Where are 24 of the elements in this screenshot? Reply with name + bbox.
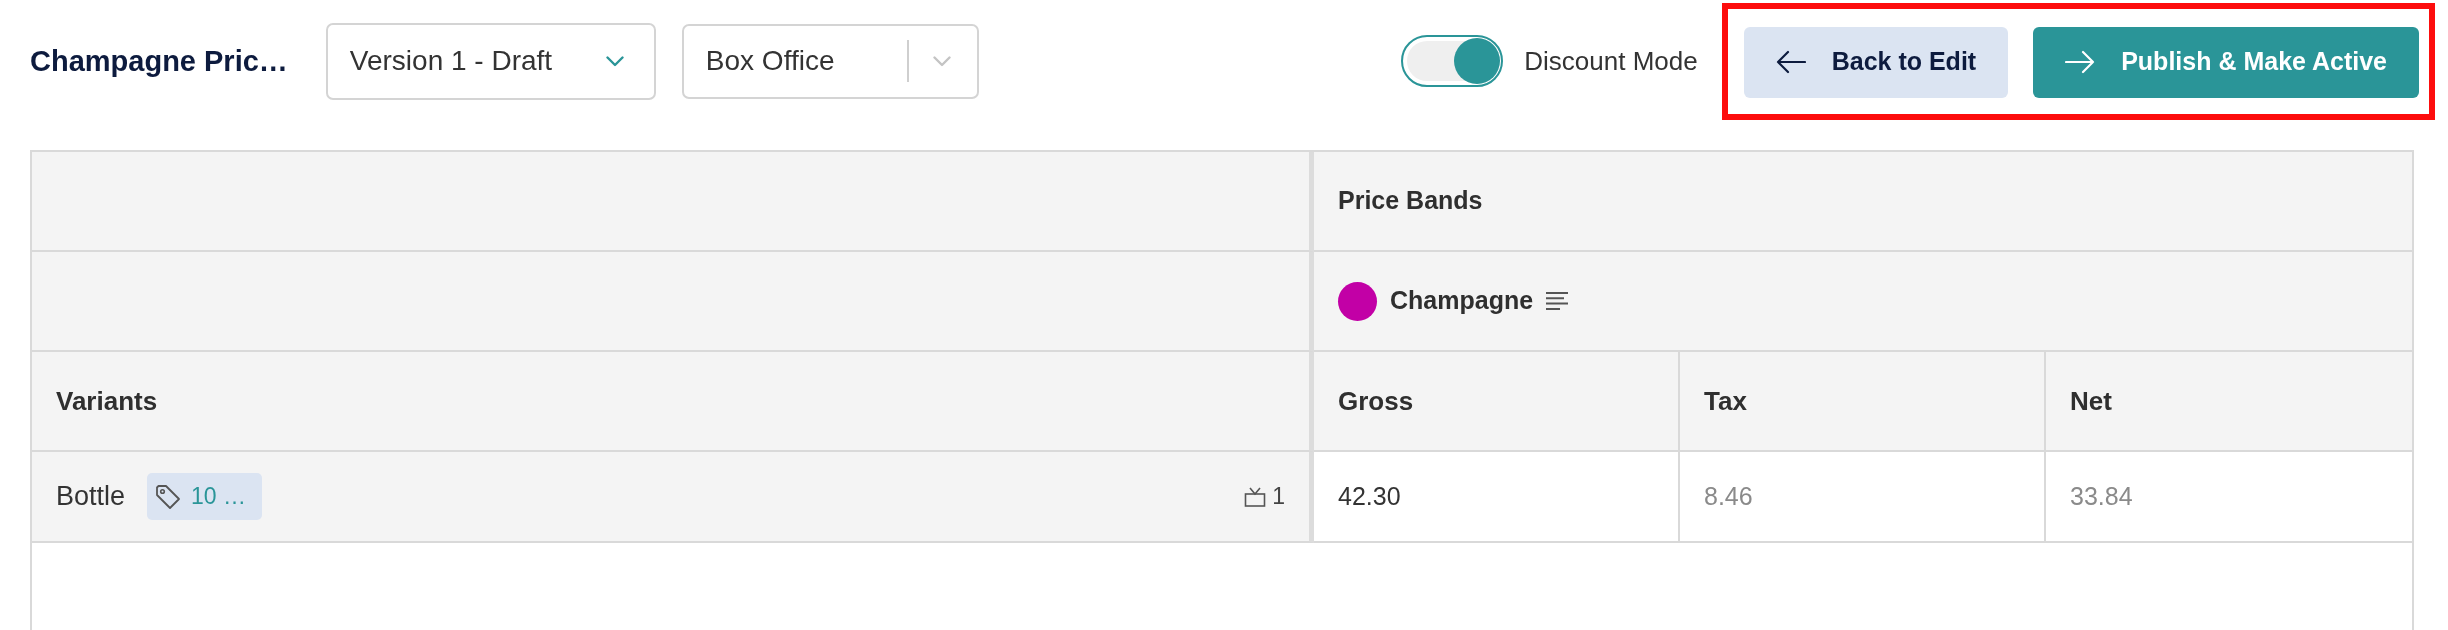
publish-button[interactable]: Publish & Make Active [2033, 26, 2419, 98]
column-header: Gross [1314, 352, 1680, 452]
tag-icon [155, 483, 182, 510]
variant-count: 1 [1272, 482, 1285, 512]
channel-select[interactable]: Box Office [681, 23, 979, 99]
table-cell: 42.30 [1314, 452, 1680, 543]
chevron-down-icon [932, 55, 951, 67]
arrow-left-icon [1775, 50, 1806, 74]
column-header: Variants [32, 352, 1314, 452]
arrow-right-icon [2065, 50, 2096, 74]
version-select[interactable]: Version 1 - Draft [325, 22, 656, 100]
page-title: Champagne Pric… [30, 43, 288, 79]
chevron-down-icon [605, 55, 624, 67]
variant-name: Bottle [56, 480, 126, 514]
tv-icon [1244, 486, 1267, 507]
price-band-name: Champagne [1390, 285, 1534, 317]
discount-mode-label: Discount Mode [1524, 44, 1698, 78]
list-lines-icon[interactable] [1545, 291, 1570, 311]
discount-toggle[interactable] [1401, 35, 1504, 87]
back-button[interactable]: Back to Edit [1743, 26, 2009, 98]
group-header: Price Bands [1314, 152, 2412, 252]
column-header: Net [2046, 352, 2412, 452]
table-cell: 8.46 [1680, 452, 2046, 543]
column-header: Tax [1680, 352, 2046, 452]
